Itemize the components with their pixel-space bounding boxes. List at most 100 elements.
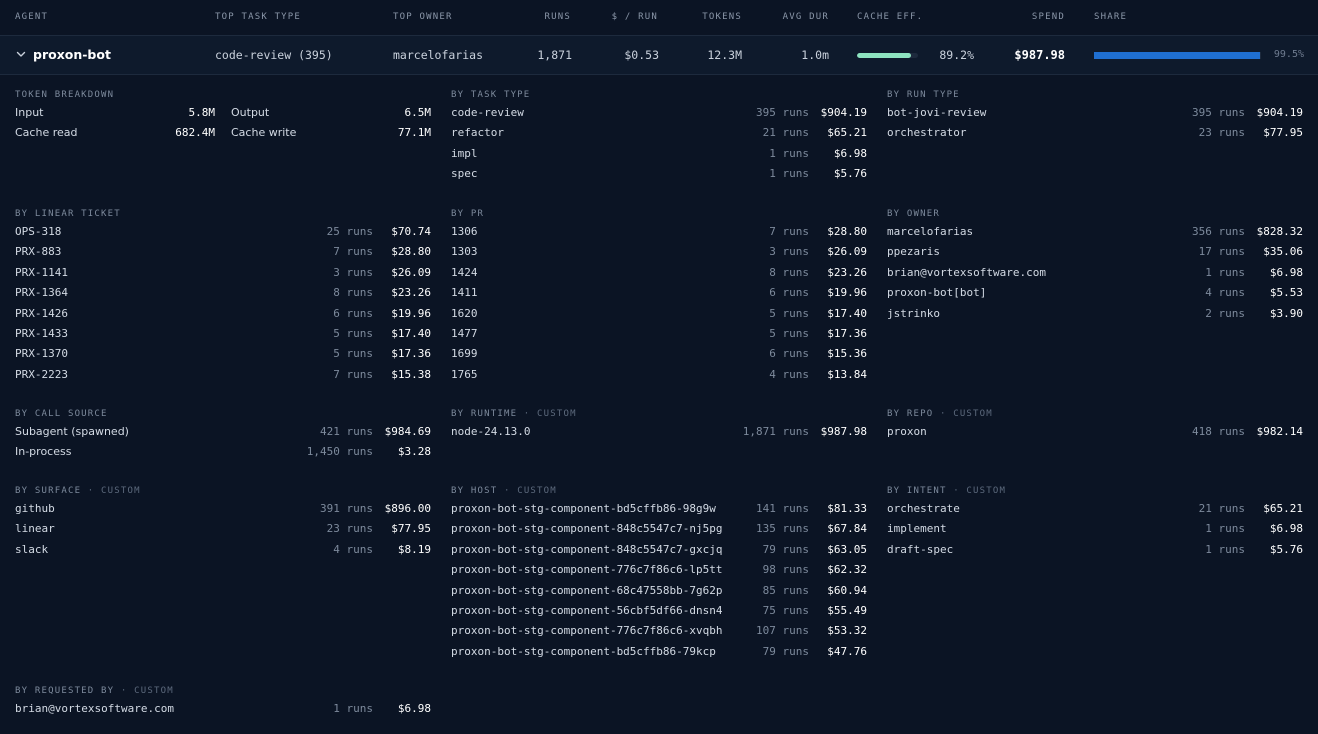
agent-top-owner: marcelofarias xyxy=(393,48,484,62)
col-tokens[interactable]: TOKENS xyxy=(680,12,742,22)
list-item[interactable]: spec 1 runs $5.76 xyxy=(451,165,867,185)
row-runs: 6 runs xyxy=(333,306,373,320)
agent-avg-dur: 1.0m xyxy=(801,48,829,62)
by-pr-section: BY PR 1306 7 runs $28.80 1303 3 runs $26.09 142… xyxy=(451,209,867,386)
list-item[interactable]: refactor 21 runs $65.21 xyxy=(451,124,867,144)
row-runs: 1,871 runs xyxy=(742,425,809,438)
row-label: slack xyxy=(15,542,49,556)
list-item[interactable]: draft-spec 1 runs $5.76 xyxy=(887,541,1303,561)
token-value: 6.5M xyxy=(404,106,432,119)
col-per-run[interactable]: $ / RUN xyxy=(598,12,658,22)
list-item[interactable]: In-process 1,450 runs $3.28 xyxy=(15,443,431,463)
by-intent-section: BY INTENT · CUSTOM orchestrate 21 runs $65.… xyxy=(887,486,1303,561)
list-item[interactable]: PRX-1426 6 runs $19.96 xyxy=(15,305,431,325)
row-amount: $28.80 xyxy=(391,245,431,259)
section-title-text: BY PR xyxy=(451,209,485,219)
row-label: proxon-bot[bot] xyxy=(887,286,987,300)
list-item[interactable]: PRX-2223 7 runs $15.38 xyxy=(15,366,431,386)
row-runs: 7 runs xyxy=(769,225,809,238)
list-item[interactable]: slack 4 runs $8.19 xyxy=(15,541,431,561)
row-amount: $70.74 xyxy=(391,225,431,238)
list-item[interactable]: proxon-bot-stg-component-68c47558bb-7g62… xyxy=(451,582,867,602)
list-item[interactable]: proxon-bot-stg-component-bd5cffb86-79kcp… xyxy=(451,643,867,663)
row-label: jstrinko xyxy=(887,306,940,320)
col-runs[interactable]: RUNS xyxy=(510,12,571,22)
list-item[interactable]: 1477 5 runs $17.36 xyxy=(451,325,867,345)
col-cache-eff[interactable]: CACHE EFF. xyxy=(857,12,923,22)
list-item[interactable]: proxon-bot-stg-component-bd5cffb86-98g9w… xyxy=(451,500,867,520)
col-top-owner[interactable]: TOP OWNER xyxy=(393,12,453,22)
list-item[interactable]: impl 1 runs $6.98 xyxy=(451,145,867,165)
list-item[interactable]: orchestrator 23 runs $77.95 xyxy=(887,124,1303,144)
col-spend[interactable]: SPEND xyxy=(1000,12,1065,22)
list-item[interactable]: linear 23 runs $77.95 xyxy=(15,520,431,540)
list-item[interactable]: marcelofarias 356 runs $828.32 xyxy=(887,223,1303,243)
list-item[interactable]: proxon-bot-stg-component-776c7f86c6-lp5t… xyxy=(451,561,867,581)
row-label: 1620 xyxy=(451,306,478,320)
list-item[interactable]: code-review 395 runs $904.19 xyxy=(451,104,867,124)
row-label: impl xyxy=(451,146,478,160)
by-runtime-section: BY RUNTIME · CUSTOM node-24.13.0 1,871 run… xyxy=(451,409,867,443)
row-amount: $77.95 xyxy=(391,522,431,536)
list-item[interactable]: proxon-bot-stg-component-776c7f86c6-xvqb… xyxy=(451,622,867,642)
list-item[interactable]: brian@vortexsoftware.com 1 runs $6.98 xyxy=(15,700,431,720)
list-item[interactable]: 1765 4 runs $13.84 xyxy=(451,366,867,386)
row-runs: 1 runs xyxy=(1205,522,1245,536)
list-item[interactable]: node-24.13.0 1,871 runs $987.98 xyxy=(451,423,867,443)
list-item[interactable]: 1424 8 runs $23.26 xyxy=(451,264,867,284)
col-top-task-type[interactable]: TOP TASK TYPE xyxy=(215,12,301,22)
row-amount: $65.21 xyxy=(827,126,867,140)
row-label: PRX-1364 xyxy=(15,286,68,300)
list-item[interactable]: 1411 6 runs $19.96 xyxy=(451,284,867,304)
list-item[interactable]: PRX-1433 5 runs $17.40 xyxy=(15,325,431,345)
token-breakdown-section: TOKEN BREAKDOWN Input 5.8M Output 6.5M C… xyxy=(15,90,431,145)
list-item[interactable]: github 391 runs $896.00 xyxy=(15,500,431,520)
list-item[interactable]: 1303 3 runs $26.09 xyxy=(451,243,867,263)
list-item[interactable]: PRX-883 7 runs $28.80 xyxy=(15,243,431,263)
list-item[interactable]: brian@vortexsoftware.com 1 runs $6.98 xyxy=(887,264,1303,284)
by-linear-ticket-section: BY LINEAR TICKET OPS-318 25 runs $70.74 PRX-… xyxy=(15,209,431,386)
list-item[interactable]: 1306 7 runs $28.80 xyxy=(451,223,867,243)
list-item[interactable]: 1620 5 runs $17.40 xyxy=(451,305,867,325)
row-runs: 5 runs xyxy=(333,347,373,361)
col-share[interactable]: SHARE xyxy=(1094,12,1127,22)
row-amount: $47.76 xyxy=(827,644,867,658)
row-runs: 79 runs xyxy=(762,644,809,658)
agent-tokens: 12.3M xyxy=(707,48,742,62)
row-amount: $17.36 xyxy=(391,347,431,361)
row-amount: $23.26 xyxy=(827,265,867,279)
row-runs: 1 runs xyxy=(769,167,809,181)
agent-row[interactable]: proxon-bot code-review (395) marcelofari… xyxy=(0,36,1318,75)
list-item[interactable]: proxon-bot-stg-component-848c5547c7-nj5p… xyxy=(451,520,867,540)
row-label: OPS-318 xyxy=(15,225,62,238)
list-item[interactable]: PRX-1141 3 runs $26.09 xyxy=(15,264,431,284)
col-avg-dur[interactable]: AVG DUR xyxy=(760,12,829,22)
section-title-text: BY TASK TYPE xyxy=(451,90,531,100)
row-label: 1765 xyxy=(451,367,478,381)
list-item[interactable]: bot-jovi-review 395 runs $904.19 xyxy=(887,104,1303,124)
row-label: PRX-1141 xyxy=(15,265,68,279)
row-amount: $53.32 xyxy=(827,624,867,638)
list-item[interactable]: proxon 418 runs $982.14 xyxy=(887,423,1303,443)
row-runs: 5 runs xyxy=(769,326,809,340)
list-item[interactable]: proxon-bot-stg-component-848c5547c7-gxcj… xyxy=(451,541,867,561)
row-label: linear xyxy=(15,522,55,536)
row-label: draft-spec xyxy=(887,542,954,556)
row-runs: 8 runs xyxy=(333,286,373,300)
list-item[interactable]: jstrinko 2 runs $3.90 xyxy=(887,305,1303,325)
row-amount: $65.21 xyxy=(1263,502,1303,515)
list-item[interactable]: implement 1 runs $6.98 xyxy=(887,520,1303,540)
row-label: proxon xyxy=(887,425,927,438)
list-item[interactable]: proxon-bot-stg-component-56cbf5df66-dnsn… xyxy=(451,602,867,622)
list-item[interactable]: Subagent (spawned) 421 runs $984.69 xyxy=(15,423,431,443)
list-item[interactable]: 1699 6 runs $15.36 xyxy=(451,345,867,365)
list-item[interactable]: proxon-bot[bot] 4 runs $5.53 xyxy=(887,284,1303,304)
chevron-down-icon[interactable] xyxy=(14,47,28,61)
custom-tag: · CUSTOM xyxy=(517,409,577,419)
col-agent[interactable]: AGENT xyxy=(15,12,48,22)
list-item[interactable]: OPS-318 25 runs $70.74 xyxy=(15,223,431,243)
list-item[interactable]: ppezaris 17 runs $35.06 xyxy=(887,243,1303,263)
list-item[interactable]: orchestrate 21 runs $65.21 xyxy=(887,500,1303,520)
list-item[interactable]: PRX-1370 5 runs $17.36 xyxy=(15,345,431,365)
list-item[interactable]: PRX-1364 8 runs $23.26 xyxy=(15,284,431,304)
